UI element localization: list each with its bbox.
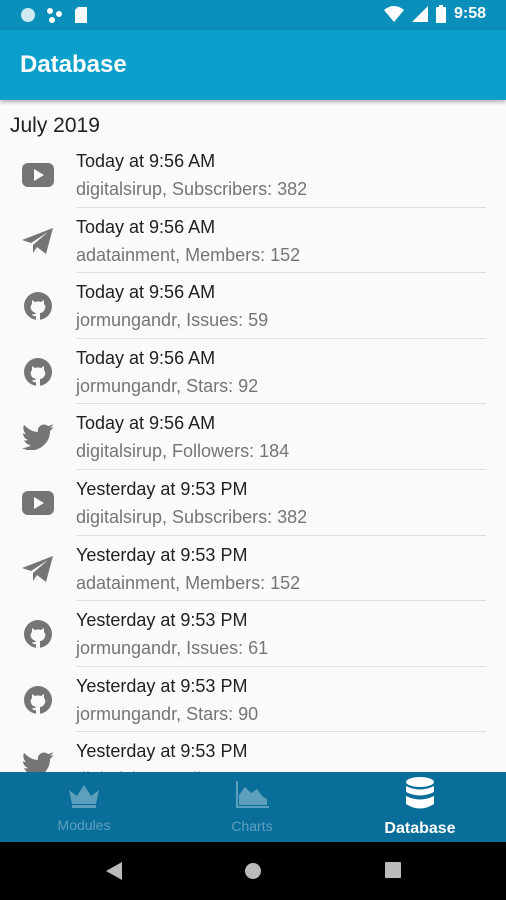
entry-detail: jormungandr, Stars: 90 — [76, 703, 259, 724]
list-item[interactable]: Yesterday at 9:53 PM jormungandr, Stars: … — [0, 667, 506, 733]
list-item[interactable]: Yesterday at 9:53 PM digitalsirup, Subscr… — [0, 470, 506, 536]
github-icon — [20, 619, 56, 649]
entry-time: Today at 9:56 AM — [76, 347, 216, 368]
entry-detail: jormungandr, Stars: 92 — [76, 375, 259, 396]
github-icon — [20, 357, 56, 387]
notification-circle-icon — [21, 8, 35, 22]
list-item[interactable]: Today at 9:56 AM jormungandr, Stars: 92 — [0, 339, 506, 405]
entry-detail: digitalsirup, Subscribers: 382 — [76, 506, 308, 527]
dots-icon — [47, 8, 62, 23]
section-header: July 2019 — [10, 114, 100, 137]
status-right: 9:58 — [383, 5, 486, 23]
entry-time: Yesterday at 9:53 PM — [76, 478, 248, 499]
nav-tab-label: Charts — [231, 817, 273, 834]
status-left-icons — [20, 6, 88, 24]
status-bar: 9:58 — [0, 0, 506, 30]
entry-detail: digitalsirup, Followers: 184 — [76, 441, 290, 462]
nav-tab-database[interactable]: Database — [336, 772, 504, 842]
telegram-icon — [20, 226, 56, 256]
nav-tab-modules[interactable]: Modules — [0, 772, 168, 842]
back-button[interactable] — [106, 862, 122, 885]
entry-time: Yesterday at 9:53 PM — [76, 675, 248, 696]
sd-card-icon — [75, 7, 87, 23]
entry-detail: digitalsirup, Subscribers: 382 — [76, 179, 308, 199]
home-icon — [245, 863, 261, 879]
telegram-icon — [20, 554, 56, 584]
home-button[interactable] — [244, 862, 262, 885]
entry-detail: jormungandr, Issues: 61 — [76, 638, 269, 659]
app-bar: Database — [0, 30, 506, 100]
recents-icon — [385, 862, 401, 878]
area-chart-icon — [235, 780, 269, 814]
battery-icon — [435, 5, 446, 23]
back-icon — [106, 862, 122, 880]
twitter-icon — [20, 750, 56, 772]
github-icon — [20, 685, 56, 715]
entry-detail: adatainment, Members: 152 — [76, 572, 301, 593]
list-item[interactable]: Today at 9:56 AM adatainment, Members: 15… — [0, 208, 506, 274]
entry-detail: adatainment, Members: 152 — [76, 244, 301, 265]
crown-icon — [67, 782, 101, 813]
list-item[interactable]: Today at 9:56 AM digitalsirup, Subscriber… — [0, 142, 506, 208]
nav-tab-charts[interactable]: Charts — [168, 772, 336, 842]
database-icon — [405, 776, 435, 816]
entry-time: Yesterday at 9:53 PM — [76, 610, 248, 631]
entry-time: Today at 9:56 AM — [76, 151, 216, 171]
system-navigation-bar — [0, 842, 506, 900]
list-item[interactable]: Yesterday at 9:53 PM adatainment, Members… — [0, 536, 506, 602]
youtube-icon — [20, 488, 56, 518]
bottom-navigation: Modules Charts Database — [0, 772, 506, 842]
list-item[interactable]: Today at 9:56 AM digitalsirup, Followers:… — [0, 404, 506, 470]
github-icon — [20, 291, 56, 321]
entry-time: Today at 9:56 AM — [76, 413, 216, 434]
recents-button[interactable] — [385, 862, 401, 883]
list-item[interactable]: Yesterday at 9:53 PM jormungandr, Issues:… — [0, 601, 506, 667]
youtube-icon — [20, 160, 56, 190]
entry-list[interactable]: Today at 9:56 AM digitalsirup, Subscriber… — [0, 142, 506, 772]
status-time: 9:58 — [453, 5, 486, 22]
entry-detail: jormungandr, Issues: 59 — [76, 310, 269, 331]
list-item[interactable]: Today at 9:56 AM jormungandr, Issues: 59 — [0, 273, 506, 339]
twitter-icon — [20, 422, 56, 452]
cell-signal-icon — [411, 6, 428, 22]
entry-time: Today at 9:56 AM — [76, 216, 216, 237]
entry-time: Yesterday at 9:53 PM — [76, 741, 248, 762]
nav-tab-label: Database — [384, 819, 456, 837]
entry-time: Yesterday at 9:53 PM — [76, 544, 248, 565]
list-item[interactable]: Yesterday at 9:53 PMdigitalsirup, Follow… — [0, 732, 506, 772]
page-title: Database — [20, 51, 127, 78]
entry-time: Today at 9:56 AM — [76, 282, 216, 303]
wifi-icon — [383, 6, 404, 22]
nav-tab-label: Modules — [57, 816, 111, 833]
